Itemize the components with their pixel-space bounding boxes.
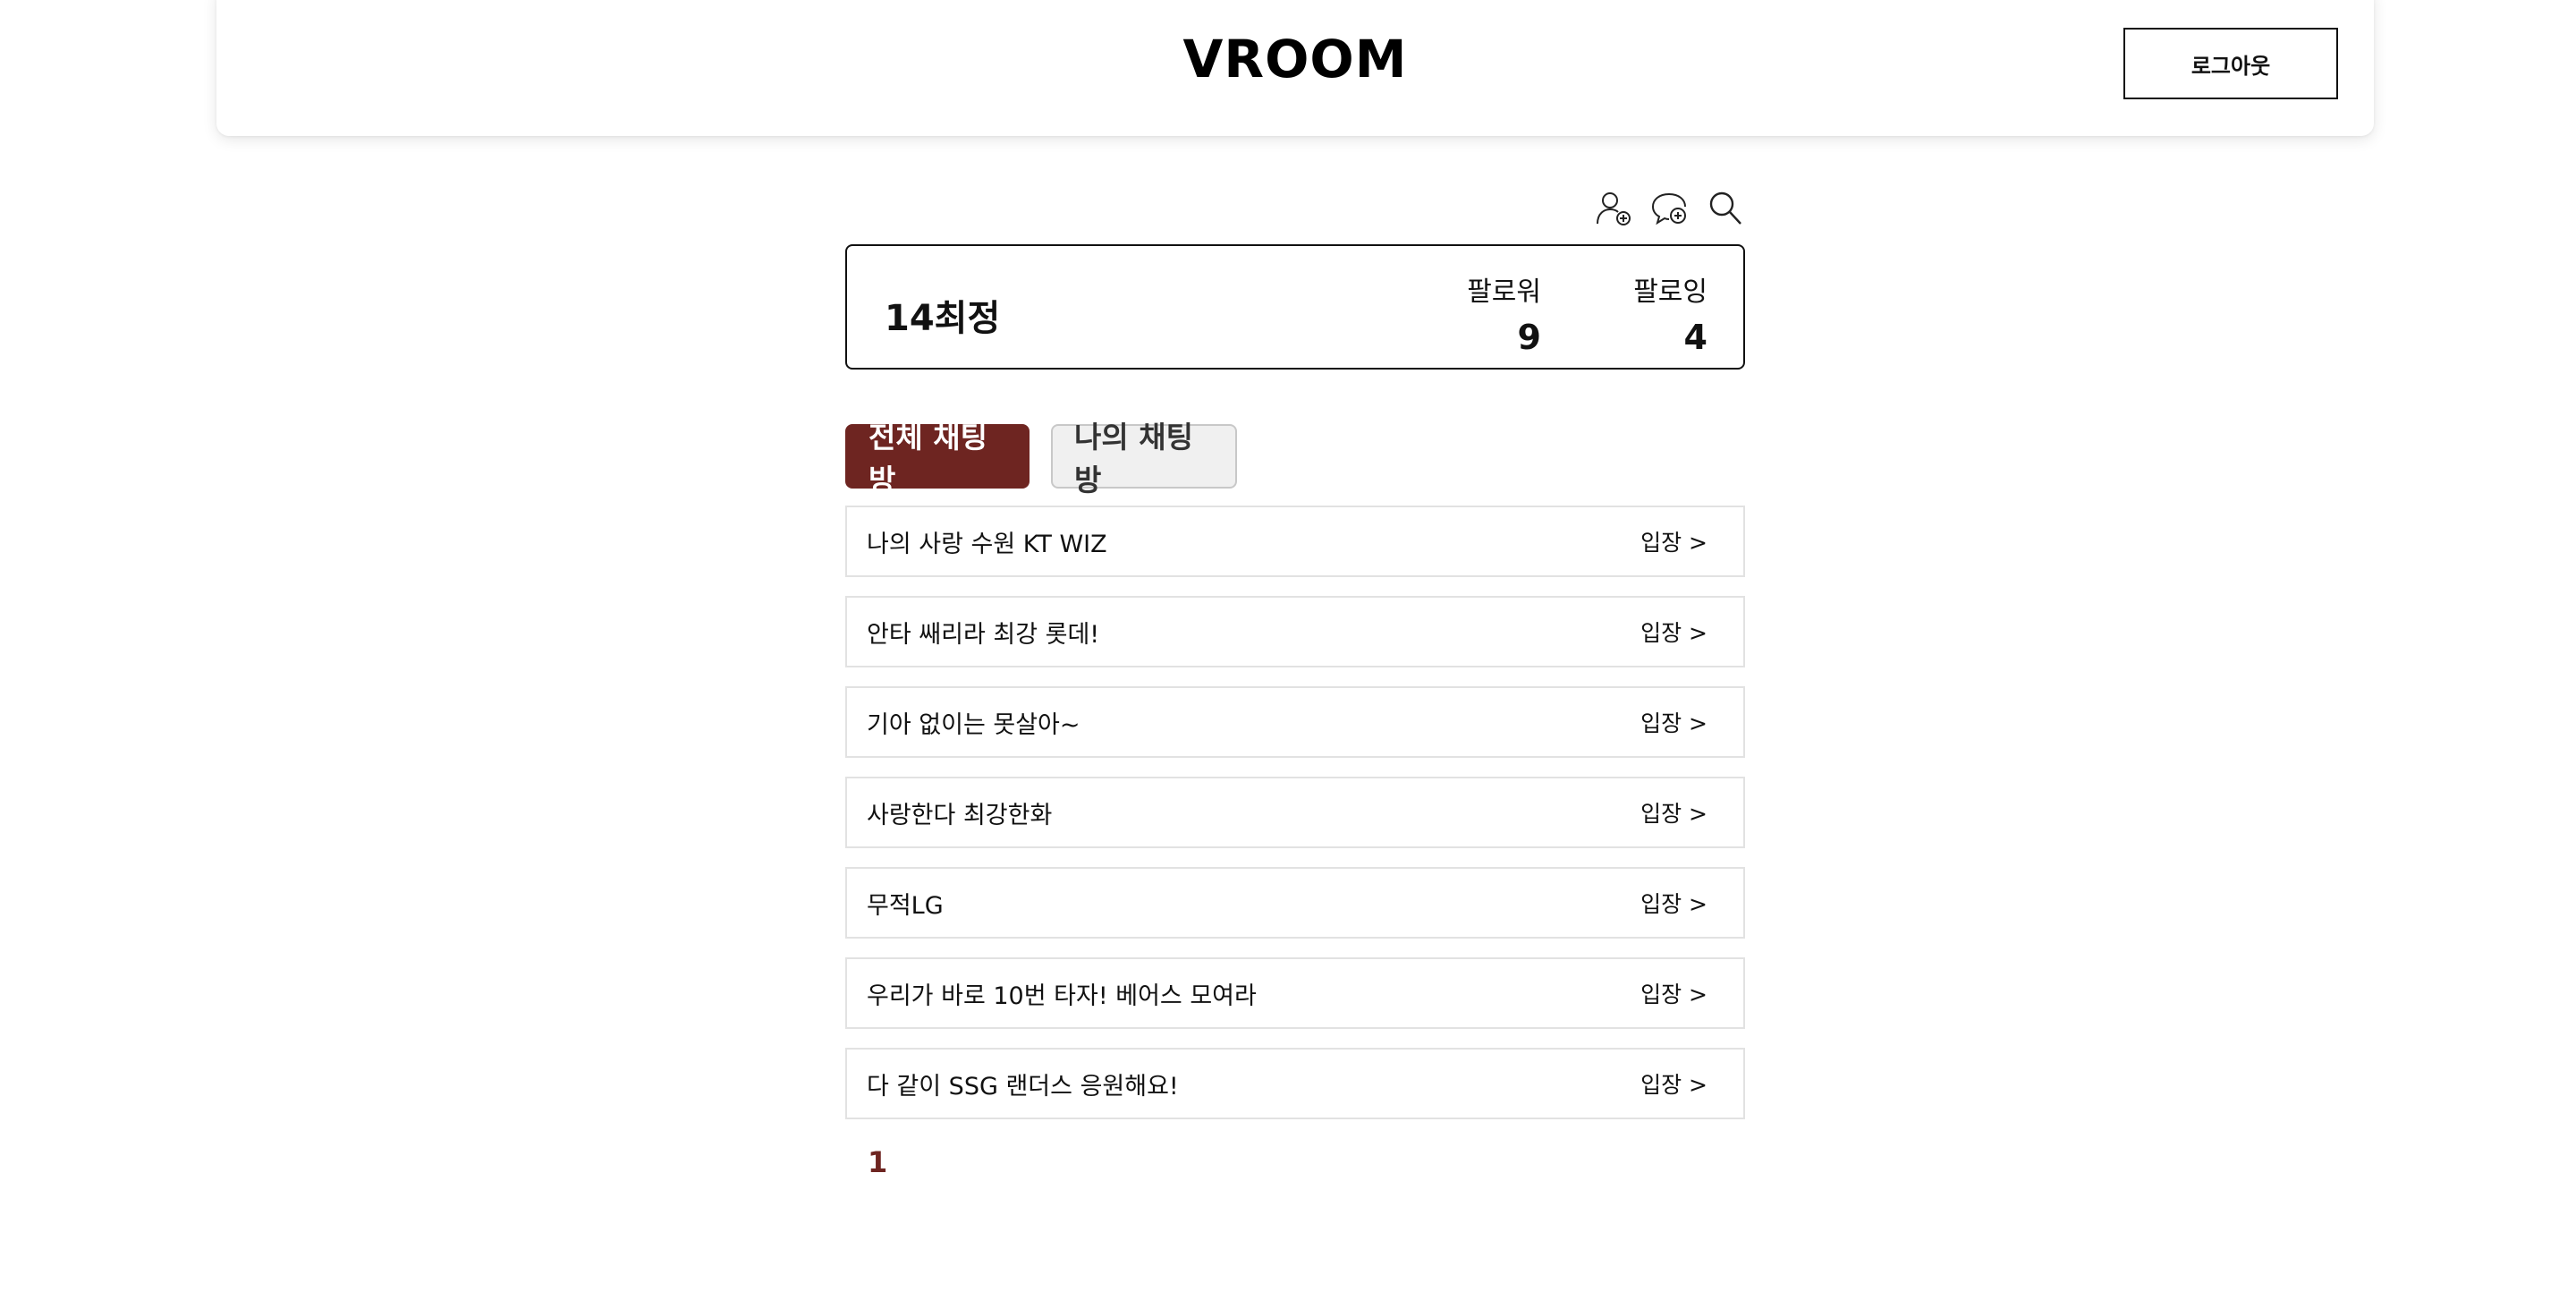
add-user-icon[interactable]	[1592, 186, 1637, 231]
room-name: 안타 쌔리라 최강 롯데!	[867, 620, 1100, 649]
room-item[interactable]: 기아 없이는 못살아~ 입장 >	[845, 686, 1745, 758]
enter-room-button[interactable]: 입장 >	[1640, 525, 1707, 557]
profile-nickname: 14최정	[885, 298, 1001, 339]
followers-label: 팔로워	[1467, 276, 1541, 308]
followers-stat[interactable]: 팔로워 9	[1467, 269, 1541, 357]
room-name: 나의 사랑 수원 KT WIZ	[867, 530, 1107, 558]
toolbar	[1592, 186, 1748, 231]
room-name: 무적LG	[867, 891, 944, 920]
tab-my-rooms[interactable]: 나의 채팅방	[1051, 420, 1237, 497]
search-icon[interactable]	[1703, 186, 1748, 231]
enter-room-button[interactable]: 입장 >	[1640, 796, 1707, 829]
enter-room-button[interactable]: 입장 >	[1640, 977, 1707, 1009]
room-item[interactable]: 나의 사랑 수원 KT WIZ 입장 >	[845, 506, 1745, 577]
header: VROOM 로그아웃	[216, 0, 2374, 136]
tab-all-rooms[interactable]: 전체 채팅방	[845, 420, 1030, 497]
enter-room-button[interactable]: 입장 >	[1640, 887, 1707, 919]
logout-button[interactable]: 로그아웃	[2123, 28, 2338, 99]
room-item[interactable]: 무적LG 입장 >	[845, 867, 1745, 939]
room-item[interactable]: 다 같이 SSG 랜더스 응원해요! 입장 >	[845, 1048, 1745, 1119]
room-item[interactable]: 사랑한다 최강한화 입장 >	[845, 777, 1745, 848]
followers-count: 9	[1517, 318, 1541, 357]
following-stat[interactable]: 팔로잉 4	[1633, 269, 1707, 357]
room-name: 다 같이 SSG 랜더스 응원해요!	[867, 1072, 1179, 1101]
enter-room-button[interactable]: 입장 >	[1640, 616, 1707, 648]
pagination: 1	[868, 1145, 887, 1179]
add-chat-icon[interactable]	[1648, 186, 1692, 231]
enter-room-button[interactable]: 입장 >	[1640, 1067, 1707, 1100]
following-count: 4	[1683, 318, 1707, 357]
room-tabs: 전체 채팅방 나의 채팅방	[845, 420, 1237, 497]
room-list: 나의 사랑 수원 KT WIZ 입장 > 안타 쌔리라 최강 롯데! 입장 > …	[845, 506, 1745, 1138]
page: VROOM 로그아웃 14최정 팔로워 9 팔로잉 4 전체 채팅방 나의 채팅…	[0, 0, 2576, 1292]
following-label: 팔로잉	[1633, 276, 1707, 308]
profile-card: 14최정 팔로워 9 팔로잉 4	[845, 244, 1745, 370]
room-name: 기아 없이는 못살아~	[867, 710, 1080, 739]
room-item[interactable]: 우리가 바로 10번 타자! 베어스 모여라 입장 >	[845, 957, 1745, 1029]
room-item[interactable]: 안타 쌔리라 최강 롯데! 입장 >	[845, 596, 1745, 667]
room-name: 우리가 바로 10번 타자! 베어스 모여라	[867, 982, 1257, 1010]
app-logo[interactable]: VROOM	[216, 29, 2374, 89]
enter-room-button[interactable]: 입장 >	[1640, 706, 1707, 738]
room-name: 사랑한다 최강한화	[867, 801, 1053, 829]
page-number[interactable]: 1	[868, 1145, 887, 1179]
